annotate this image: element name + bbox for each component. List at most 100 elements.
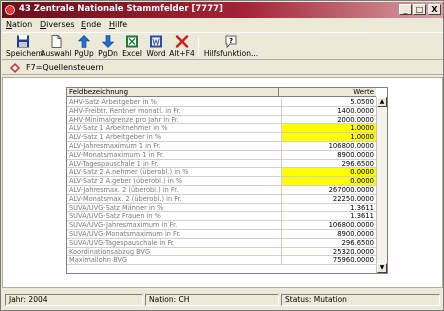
field-value-cell[interactable]: 1.0000 <box>281 124 376 133</box>
status-bar: Jahr: 2004 Nation: CH Status: Mutation <box>2 291 443 310</box>
field-name-cell: ALV-Satz 2 A.nehmer (überobl.) in % <box>69 168 189 177</box>
field-value-cell[interactable]: 296.6500 <box>281 238 376 247</box>
field-name-cell: AHV-Freibtr. Rentner monatl. in Fr. <box>69 106 181 115</box>
table-row[interactable]: ALV-Satz 2 A.geber (überobl.) in % 0.0000 <box>67 177 376 186</box>
field-value-cell[interactable]: 267000.0000 <box>281 185 376 194</box>
word-label: Word <box>146 49 166 58</box>
field-value-cell[interactable]: 0.0000 <box>281 177 376 186</box>
table-row[interactable]: Koordinationsabzug BVG 25320.0000 <box>67 247 376 257</box>
excel-icon <box>126 35 138 48</box>
menu-bar: Nation Diverses Ende Hilfe <box>2 19 443 31</box>
field-name-cell: ALV-Monatsmaximum 1 in Fr. <box>69 150 165 159</box>
field-name-cell: ALV-Satz 1 Arbeitnehmer in % <box>69 124 168 133</box>
page-down-label: PgDn <box>98 49 118 58</box>
field-value-cell[interactable]: 106800.0000 <box>281 141 376 150</box>
page-up-button[interactable]: PgUp <box>72 35 96 59</box>
field-value-cell[interactable]: 22250.0000 <box>281 194 376 203</box>
parameter-table: Feldbezeichnung Werte AHV-Satz Arbeitgeb… <box>66 87 388 274</box>
arrow-down-icon <box>101 35 115 48</box>
field-value-cell[interactable]: 1.0000 <box>281 133 376 142</box>
field-value-cell[interactable]: 296.6500 <box>281 159 376 168</box>
help-icon: ? <box>225 35 237 48</box>
field-value-cell[interactable]: 8900.0000 <box>281 150 376 159</box>
table-row[interactable]: ALV-Satz 1 Arbeitnehmer in % 1.0000 <box>67 124 376 134</box>
field-value-cell[interactable]: 8900.0000 <box>281 229 376 238</box>
scroll-up-button[interactable]: ▲ <box>377 97 387 107</box>
status-nation: Nation: CH <box>145 294 279 306</box>
minimize-button[interactable]: _ <box>399 4 412 15</box>
table-row[interactable]: AHV-Satz Arbeitgeber in % 5.0500 <box>67 98 376 107</box>
save-label: Speichern <box>6 49 44 58</box>
field-value-cell[interactable]: 0.0000 <box>281 168 376 177</box>
field-name-cell: SUVA/UVG-Monatsmaximum in Fr. <box>69 229 181 238</box>
field-name-cell: ALV-Jahresmax. 2 (überobl.) in Fr. <box>69 185 179 194</box>
table-row[interactable]: SUVA/UVG-Tagespauschale in Fr. 296.6500 <box>67 238 376 248</box>
field-name-cell: ALV-Jahresmaximum 1 in Fr. <box>69 141 161 150</box>
table-row[interactable]: ALV-Satz 2 A.nehmer (überobl.) in % 0.000… <box>67 168 376 178</box>
table-row[interactable]: SUVA/UVG-Monatsmaximum in Fr. 8900.0000 <box>67 229 376 239</box>
selection-button[interactable]: Auswahl <box>40 35 72 59</box>
info-text: F7=Quellensteuern <box>26 63 104 72</box>
field-name-cell: AHV-Satz Arbeitgeber in % <box>69 98 157 106</box>
field-value-cell[interactable]: 1.3611 <box>281 203 376 212</box>
table-row[interactable]: AHV-Minimalgrenze pro Jahr in Fr. 2000.00… <box>67 115 376 125</box>
word-button[interactable]: Word <box>144 35 168 59</box>
menu-nation[interactable]: Nation <box>6 20 32 29</box>
help-function-label: Hilfsfunktion... <box>203 49 259 58</box>
table-row[interactable]: ALV-Jahresmaximum 1 in Fr. 106800.0000 <box>67 141 376 151</box>
field-name-cell: AHV-Minimalgrenze pro Jahr in Fr. <box>69 115 179 124</box>
help-function-button[interactable]: ? Hilfsfunktion... <box>202 35 260 59</box>
status-mode: Status: Mutation <box>281 294 440 306</box>
title-bar[interactable]: 43 Zentrale Nationale Stammfelder [7777]… <box>2 2 443 18</box>
save-icon <box>17 35 29 48</box>
svg-text:?: ? <box>229 37 233 45</box>
table-header: Feldbezeichnung Werte <box>67 88 376 97</box>
page-up-label: PgUp <box>74 49 94 58</box>
menu-ende[interactable]: Ende <box>81 20 101 29</box>
field-name-cell: SUVA/UVG-Jahresmaximum in Fr. <box>69 221 178 230</box>
field-value-cell[interactable]: 25320.0000 <box>281 247 376 256</box>
excel-button[interactable]: Excel <box>120 35 144 59</box>
column-header-value[interactable]: Werte <box>278 88 374 97</box>
exit-button[interactable]: Alt+F4 <box>168 35 196 59</box>
field-value-cell[interactable]: 1400.0000 <box>281 106 376 115</box>
field-name-cell: SUVA/UVG-Satz Männer in % <box>69 203 164 212</box>
app-window: 43 Zentrale Nationale Stammfelder [7777]… <box>0 0 444 311</box>
window-title: 43 Zentrale Nationale Stammfelder [7777] <box>19 4 223 14</box>
close-button[interactable]: X <box>428 4 441 15</box>
table-row[interactable]: ALV-Monatsmax. 2 (überobl.) in Fr. 22250.… <box>67 194 376 204</box>
maximize-button[interactable]: □ <box>413 4 426 15</box>
field-name-cell: ALV-Satz 2 A.geber (überobl.) in % <box>69 177 183 186</box>
table-row[interactable]: SUVA/UVG-Satz Frauen in % 1.3611 <box>67 212 376 222</box>
field-value-cell[interactable]: 5.0500 <box>281 98 376 106</box>
vertical-scrollbar[interactable]: ▲ ▼ <box>376 97 387 273</box>
table-row[interactable]: ALV-Satz 1 Arbeitgeber in % 1.0000 <box>67 133 376 142</box>
menu-hilfe[interactable]: Hilfe <box>109 20 127 29</box>
word-icon <box>150 35 162 48</box>
save-button[interactable]: Speichern <box>6 35 44 59</box>
menu-diverses[interactable]: Diverses <box>40 20 75 29</box>
table-row[interactable]: AHV-Freibtr. Rentner monatl. in Fr. 1400.… <box>67 106 376 116</box>
table-body: AHV-Satz Arbeitgeber in % 5.0500 AHV-Freib… <box>67 98 376 266</box>
table-row[interactable]: ALV-Monatsmaximum 1 in Fr. 8900.0000 <box>67 150 376 160</box>
table-row[interactable]: SUVA/UVG-Satz Männer in % 1.3611 <box>67 203 376 213</box>
field-value-cell[interactable]: 106800.0000 <box>281 221 376 230</box>
table-row[interactable]: SUVA/UVG-Jahresmaximum in Fr. 106800.0000 <box>67 221 376 230</box>
field-value-cell[interactable]: 75960.0000 <box>281 256 376 265</box>
close-x-icon <box>175 35 189 48</box>
field-name-cell: ALV-Tagespauschale 1 in Fr. <box>69 159 159 168</box>
info-line: F7=Quellensteuern <box>2 61 443 75</box>
table-row[interactable]: ALV-Jahresmax. 2 (überobl.) in Fr. 267000… <box>67 185 376 195</box>
toolbar-separator <box>198 37 199 57</box>
field-name-cell: SUVA/UVG-Satz Frauen in % <box>69 212 161 221</box>
page-down-button[interactable]: PgDn <box>96 35 120 59</box>
field-value-cell[interactable]: 1.3611 <box>281 212 376 221</box>
field-value-cell[interactable]: 2000.0000 <box>281 115 376 124</box>
field-name-cell: Maximallohn BVG <box>69 256 128 265</box>
field-name-cell: SUVA/UVG-Tagespauschale in Fr. <box>69 238 175 247</box>
table-row[interactable]: ALV-Tagespauschale 1 in Fr. 296.6500 <box>67 159 376 169</box>
column-header-name[interactable]: Feldbezeichnung <box>69 88 128 97</box>
arrow-up-icon <box>77 35 91 48</box>
table-row[interactable]: Maximallohn BVG 75960.0000 <box>67 256 376 266</box>
scroll-down-button[interactable]: ▼ <box>377 263 387 273</box>
